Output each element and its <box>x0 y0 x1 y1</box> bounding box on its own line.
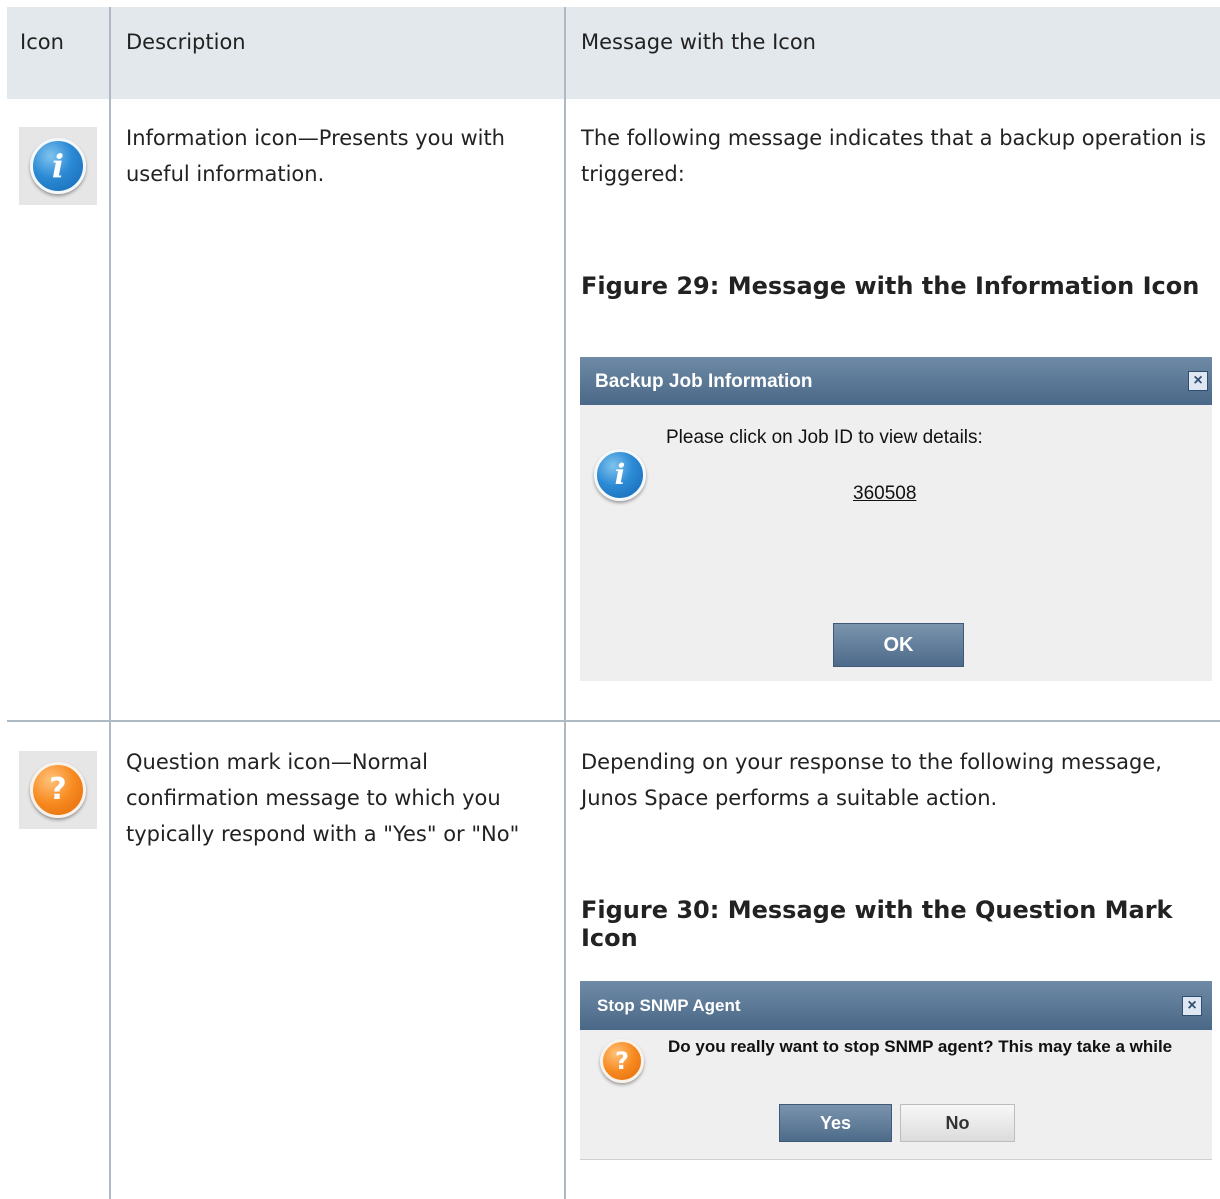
header-message: Message with the Icon <box>581 30 816 54</box>
stop-snmp-dialog: Stop SNMP Agent × ? Do you really want t… <box>580 981 1212 1160</box>
message-intro-question: Depending on your response to the follow… <box>581 750 1162 810</box>
question-mark-icon: ? <box>19 751 97 829</box>
header-description: Description <box>126 30 246 54</box>
dialog-title-bar: Backup Job Information × <box>580 357 1212 405</box>
close-icon[interactable]: × <box>1188 371 1208 391</box>
figure-caption-30: Figure 30: Message with the Question Mar… <box>581 896 1173 952</box>
job-id-link[interactable]: 360508 <box>853 483 916 505</box>
column-divider <box>564 7 566 1199</box>
dialog-body-text: Do you really want to stop SNMP agent? T… <box>668 1037 1173 1056</box>
dialog-title-bar: Stop SNMP Agent × <box>580 981 1212 1030</box>
info-icon: i <box>19 127 97 205</box>
dialog-title: Backup Job Information <box>595 371 813 392</box>
header-icon: Icon <box>20 30 64 54</box>
yes-button[interactable]: Yes <box>779 1104 892 1142</box>
question-mark-icon: ? <box>600 1039 644 1083</box>
row-divider <box>7 720 1220 722</box>
dialog-body-text: Please click on Job ID to view details: <box>666 427 983 448</box>
column-divider <box>109 7 111 1199</box>
no-button[interactable]: No <box>900 1104 1015 1142</box>
message-intro-info: The following message indicates that a b… <box>581 126 1207 186</box>
description-info: Information icon—Presents you with usefu… <box>126 126 505 186</box>
backup-job-dialog: Backup Job Information × i Please click … <box>580 357 1212 681</box>
close-icon[interactable]: × <box>1182 996 1202 1016</box>
info-icon: i <box>594 449 646 501</box>
description-question: Question mark icon—Normal confirmation m… <box>126 750 520 846</box>
ok-button[interactable]: OK <box>833 623 964 667</box>
dialog-title: Stop SNMP Agent <box>597 996 741 1015</box>
figure-caption-29: Figure 29: Message with the Information … <box>581 272 1200 300</box>
